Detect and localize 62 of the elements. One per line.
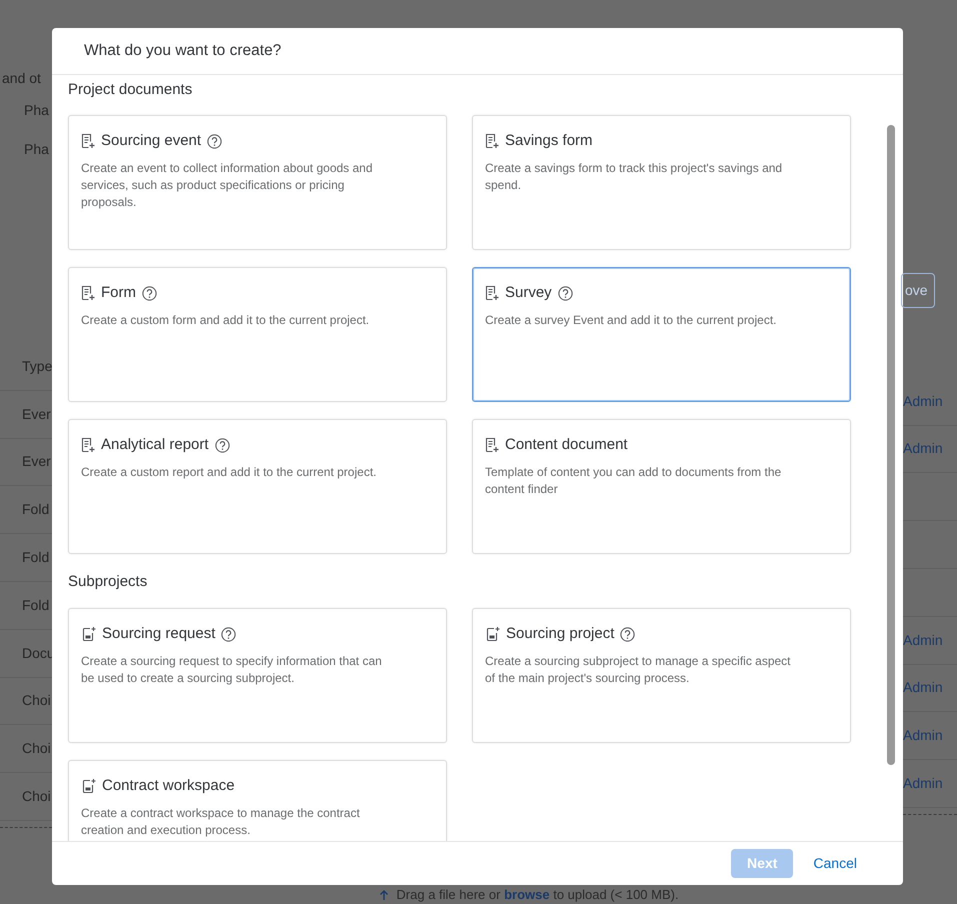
table-cell-text: Fold [22,500,50,520]
table-cell-text: Ever [22,452,51,472]
document-plus-icon [81,133,95,149]
help-icon[interactable] [558,286,573,300]
option-card[interactable]: Survey Create a survey Event and add it to the current project. [472,267,851,402]
help-icon[interactable] [221,626,236,642]
table-cell-text: Choi [22,691,51,710]
document-plus-icon [485,133,499,149]
document-plus-icon [81,437,95,453]
option-title: Analytical report [101,434,209,455]
move-button[interactable]: ove [901,273,935,308]
option-card[interactable]: Sourcing event Create an event to collect information about goods and services, such as product specifications or pricing proposals. [68,115,447,250]
document-plus-icon [485,437,499,453]
option-card[interactable]: Contract workspace Create a contract workspace to manage the contract creation and execution process. [68,760,447,841]
cancel-button[interactable]: Cancel [807,849,863,878]
option-description: Create a survey Event and add it to the current project. [485,312,778,329]
help-icon[interactable] [214,438,230,452]
help-icon[interactable] [207,134,222,148]
option-title: Sourcing project [506,624,614,644]
help-icon[interactable] [620,626,636,642]
option-title: Content document [505,434,628,455]
option-description: Create a savings form to track this project's savings and spend. [485,160,784,194]
table-cell-text: Choi [22,739,51,758]
section-heading: Subprojects [68,572,148,592]
section-heading: Project documents [68,80,194,100]
table-cell-text: Fold [22,548,50,568]
dialog-title: What do you want to create? [84,41,282,62]
option-description: Create an event to collect information about goods and services, such as product specifications or pricing proposals. [81,160,374,211]
option-title: Contract workspace [102,776,235,796]
table-cell-text: Fold [22,596,50,615]
document-star-icon [485,626,500,642]
option-title: Form [101,282,136,303]
option-title: Sourcing request [102,624,216,644]
option-card[interactable]: Sourcing project Create a sourcing subproject to manage a specific aspect of the main project's sourcing process. [472,608,851,743]
phase-label: Pha [24,100,49,120]
option-description: Create a custom form and add it to the current project. [81,312,370,329]
option-title: Survey [505,282,552,303]
scrollbar-thumb[interactable] [887,125,895,765]
option-description: Create a sourcing request to specify information that can be used to create a sourcing subproject. [81,653,383,687]
upload-hint: Drag a file here or browse to upload (< 100 MB). [396,886,679,904]
document-plus-icon [81,285,95,301]
table-cell-text: Ever [22,404,51,424]
document-plus-icon [485,285,499,301]
column-header: Type [22,356,52,376]
help-icon[interactable] [142,286,157,300]
upload-icon [378,888,390,900]
option-description: Template of content you can add to documents from the content finder [485,464,782,498]
phase-label: Pha [24,140,49,158]
document-star-icon [81,626,96,642]
option-card[interactable]: Analytical report Create a custom report and add it to the current project. [68,419,447,554]
page-text: and ot [2,68,41,88]
table-cell-text: Choi [22,787,51,806]
option-card[interactable]: Form Create a custom form and add it to the current project. [68,267,447,402]
option-description: Create a custom report and add it to the current project. [81,464,378,481]
option-title: Savings form [505,130,593,151]
option-description: Create a contract workspace to manage the contract creation and execution process. [81,805,361,839]
option-description: Create a sourcing subproject to manage a specific aspect of the main project's sourcing process. [485,653,792,687]
document-star-icon [81,778,96,794]
option-card[interactable]: Content document Template of content you can add to documents from the content finder [472,419,851,554]
option-card[interactable]: Sourcing request Create a sourcing request to specify information that can be used to create a sourcing subproject. [68,608,447,743]
option-card[interactable]: Savings form Create a savings form to track this project's savings and spend. [472,115,851,250]
option-title: Sourcing event [101,130,202,151]
